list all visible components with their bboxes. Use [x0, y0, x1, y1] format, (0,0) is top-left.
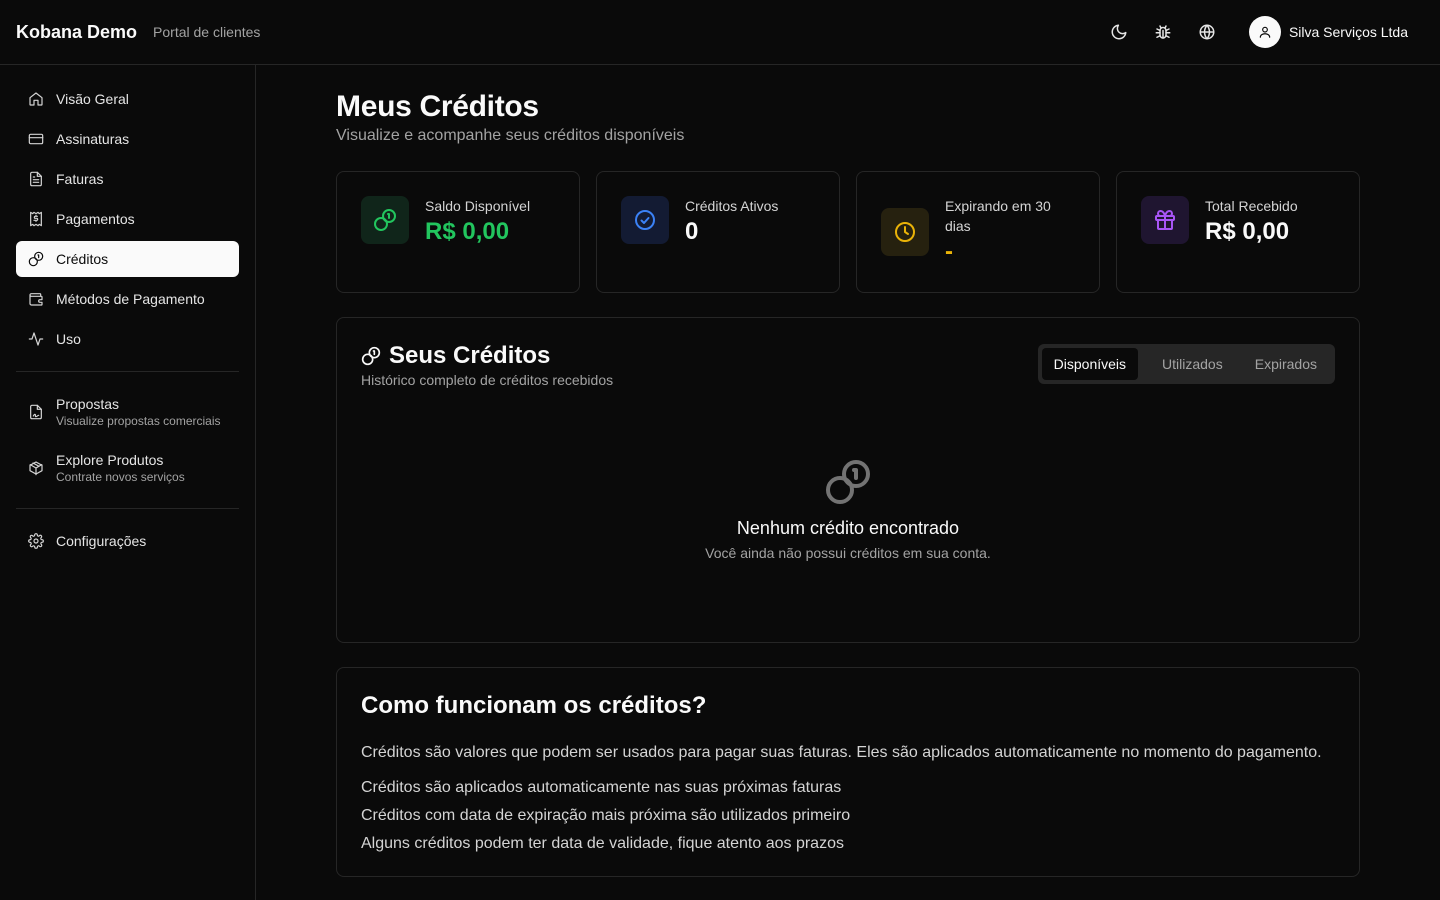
sidebar-item-label: Propostas: [56, 396, 120, 412]
activity-icon: [28, 332, 44, 346]
moon-icon[interactable]: [1103, 16, 1135, 48]
stats-row: Saldo Disponível R$ 0,00 Créditos Ativos…: [336, 171, 1360, 293]
list-item: Créditos são aplicados automaticamente n…: [361, 779, 842, 796]
stat-icon-box: [361, 196, 409, 244]
stat-icon-box: [621, 196, 669, 244]
sidebar-item-pagamentos[interactable]: Pagamentos: [16, 201, 239, 237]
avatar: [1248, 16, 1281, 48]
stat-label: Total Recebido: [1205, 198, 1298, 214]
sidebar-item-label: Visão Geral: [56, 91, 129, 107]
stat-card-expirando: Expirando em 30 dias -: [856, 171, 1100, 293]
sidebar-item-label: Configurações: [56, 533, 147, 549]
list-item: Alguns créditos podem ter data de valida…: [361, 835, 844, 852]
sidebar-item-label: Métodos de Pagamento: [56, 291, 205, 307]
empty-subtitle: Você ainda não possui créditos em sua co…: [705, 545, 991, 561]
sidebar-item-configuracoes[interactable]: Configurações: [16, 523, 239, 559]
coins-icon: [826, 460, 870, 504]
tab-utilizados[interactable]: Utilizados: [1150, 348, 1235, 380]
sidebar-item-faturas[interactable]: Faturas: [16, 161, 239, 197]
list-item: Créditos com data de expiração mais próx…: [361, 807, 851, 824]
check-circle-icon: [635, 210, 655, 230]
header-actions: Silva Serviços Ltda: [1091, 16, 1424, 48]
stat-label: Créditos Ativos: [685, 198, 779, 214]
tab-expirados[interactable]: Expirados: [1243, 348, 1329, 380]
how-it-works-card: Como funcionam os créditos? Créditos são…: [336, 667, 1360, 877]
credits-tabs: Disponíveis Utilizados Expirados: [1037, 344, 1335, 384]
user-menu[interactable]: Silva Serviços Ltda: [1248, 16, 1408, 48]
home-icon: [29, 92, 43, 106]
sidebar-item-label: Créditos: [56, 251, 109, 267]
globe-icon[interactable]: [1191, 16, 1223, 48]
sidebar-item-uso[interactable]: Uso: [16, 321, 239, 357]
how-list: Créditos são aplicados automaticamente n…: [361, 774, 1335, 858]
empty-title: Nenhum crédito encontrado: [736, 518, 960, 538]
sidebar-item-metodos-de-pagamento[interactable]: Métodos de Pagamento: [16, 281, 239, 317]
page-subtitle: Visualize e acompanhe seus créditos disp…: [336, 127, 685, 144]
sidebar-item-label: Faturas: [56, 171, 104, 187]
stat-icon-box: [1141, 196, 1189, 244]
how-title: Como funcionam os créditos?: [361, 692, 707, 719]
clock-icon: [895, 222, 915, 242]
sidebar-item-visao-geral[interactable]: Visão Geral: [16, 81, 239, 117]
stat-value: 0: [685, 218, 699, 245]
sidebar-item-description: Contrate novos serviços: [56, 470, 185, 484]
coins-icon: [361, 346, 381, 366]
stat-icon-box: [881, 208, 929, 256]
gift-icon: [1155, 210, 1175, 230]
sidebar-item-label: Assinaturas: [56, 131, 130, 147]
sidebar-item-propostas[interactable]: Propostas Visualize propostas comerciais: [16, 386, 239, 438]
package-icon: [29, 461, 43, 476]
stat-label: Expirando em 30 dias: [945, 198, 1051, 234]
sidebar-divider: [16, 508, 239, 509]
page-title: Meus Créditos: [336, 90, 539, 123]
sidebar-item-explore-produtos[interactable]: Explore Produtos Contrate novos serviços: [16, 442, 239, 494]
brand-logo[interactable]: Kobana Demo: [16, 22, 137, 43]
wallet-icon: [29, 293, 43, 306]
stat-value: R$ 0,00: [425, 218, 510, 245]
portal-subtitle: Portal de clientes: [153, 24, 261, 40]
how-description: Créditos são valores que podem ser usado…: [361, 744, 1322, 761]
sidebar-item-label: Pagamentos: [56, 211, 135, 227]
sidebar-item-description: Visualize propostas comerciais: [56, 414, 221, 428]
stat-value: R$ 0,00: [1205, 218, 1290, 245]
tab-disponiveis[interactable]: Disponíveis: [1041, 348, 1139, 380]
stat-card-ativos: Créditos Ativos 0: [596, 171, 840, 293]
gear-icon: [28, 533, 44, 549]
sidebar-item-creditos[interactable]: Créditos: [16, 241, 239, 277]
stat-card-total: Total Recebido R$ 0,00: [1116, 171, 1360, 293]
main-content: Meus Créditos Visualize e acompanhe seus…: [336, 65, 1360, 877]
stat-card-saldo: Saldo Disponível R$ 0,00: [336, 171, 580, 293]
sidebar-divider: [16, 371, 239, 372]
coins-icon: [374, 209, 396, 231]
stat-value: -: [945, 238, 953, 265]
bug-icon[interactable]: [1147, 16, 1179, 48]
sidebar: Visão Geral Assinaturas Faturas Pagament…: [0, 65, 256, 900]
file-signature-icon: [30, 404, 42, 420]
credits-card: Seus Créditos Histórico completo de créd…: [336, 317, 1360, 643]
file-text-icon: [30, 171, 42, 187]
credit-card-icon: [28, 133, 44, 145]
sidebar-item-label: Uso: [56, 331, 81, 347]
sidebar-item-assinaturas[interactable]: Assinaturas: [16, 121, 239, 157]
coins-icon: [28, 251, 44, 267]
credits-title: Seus Créditos: [389, 342, 551, 369]
sidebar-item-label: Explore Produtos: [56, 452, 164, 468]
receipt-icon: [30, 211, 42, 227]
top-header: Kobana Demo Portal de clientes Silva Ser…: [0, 0, 1440, 65]
user-name: Silva Serviços Ltda: [1288, 24, 1408, 40]
empty-state: Nenhum crédito encontrado Você ainda não…: [337, 458, 1359, 561]
stat-label: Saldo Disponível: [425, 198, 531, 214]
